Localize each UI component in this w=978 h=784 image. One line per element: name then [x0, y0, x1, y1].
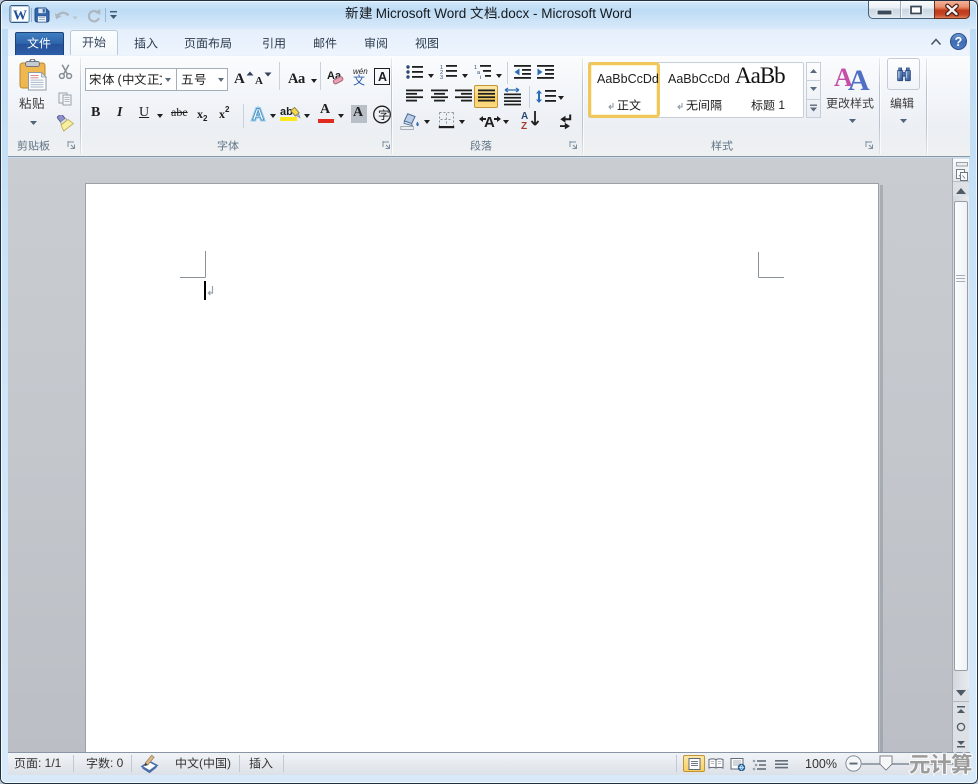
svg-text:A: A [484, 114, 495, 130]
svg-text:ab: ab [280, 106, 293, 118]
svg-text:A: A [848, 64, 870, 91]
svg-text:W: W [13, 9, 27, 24]
svg-text:?: ? [955, 35, 963, 49]
svg-text:Z: Z [521, 121, 527, 130]
svg-text:i: i [480, 75, 481, 79]
svg-text:3: 3 [440, 75, 443, 79]
svg-text:A: A [252, 105, 264, 124]
